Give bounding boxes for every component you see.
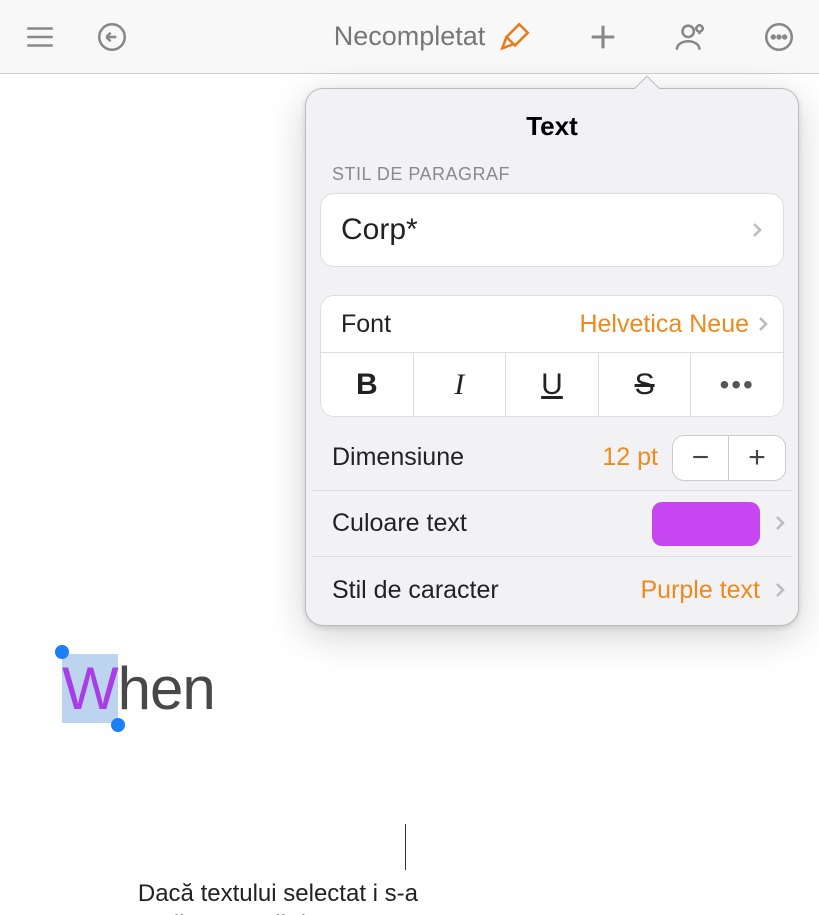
underline-button[interactable]: U [506,353,599,416]
paragraph-style-label: STIL DE PARAGRAF [306,164,798,193]
format-brush-button[interactable] [493,15,537,59]
more-button[interactable] [757,15,801,59]
selected-character[interactable]: W [62,654,118,723]
character-style-value: Purple text [640,576,760,605]
font-row[interactable]: Font Helvetica Neue [320,295,784,353]
callout-text: Dacă textului selectat i s-a aplicat un … [108,878,418,915]
font-value: Helvetica Neue [579,310,749,339]
selection-handle-end[interactable] [111,718,125,732]
outline-button[interactable] [18,15,62,59]
bold-button[interactable]: B [321,353,414,416]
chevron-right-icon [743,215,763,246]
size-value: 12 pt [602,443,658,472]
color-swatch[interactable] [652,502,760,546]
insert-button[interactable] [581,15,625,59]
collaborate-button[interactable] [669,15,713,59]
font-style-segment: B I U S ••• [320,353,784,417]
size-decrease-button[interactable]: − [673,436,729,480]
character-style-row[interactable]: Stil de caracter Purple text [312,557,792,623]
chevron-right-icon [766,575,786,606]
more-styles-button[interactable]: ••• [691,353,783,416]
size-stepper: − + [672,435,786,481]
unselected-text[interactable]: hen [118,655,215,722]
popover-title: Text [306,89,798,164]
format-popover: Text STIL DE PARAGRAF Corp* Font Helveti… [305,88,799,626]
text-color-row[interactable]: Culoare text [312,491,792,557]
selection-handle-start[interactable] [55,645,69,659]
chevron-right-icon [766,508,786,539]
callout-leader-line [405,824,406,870]
size-row: Dimensiune 12 pt − + [312,425,792,491]
italic-button[interactable]: I [414,353,507,416]
paragraph-style-select[interactable]: Corp* [320,193,784,267]
sample-text[interactable]: W hen [62,654,215,723]
document-canvas[interactable]: W hen Text STIL DE PARAGRAF Corp* Font H… [0,74,819,915]
strikethrough-button[interactable]: S [599,353,692,416]
undo-button[interactable] [90,15,134,59]
toolbar: Necompletat [0,0,819,74]
chevron-right-icon [749,309,769,340]
size-increase-button[interactable]: + [729,436,785,480]
